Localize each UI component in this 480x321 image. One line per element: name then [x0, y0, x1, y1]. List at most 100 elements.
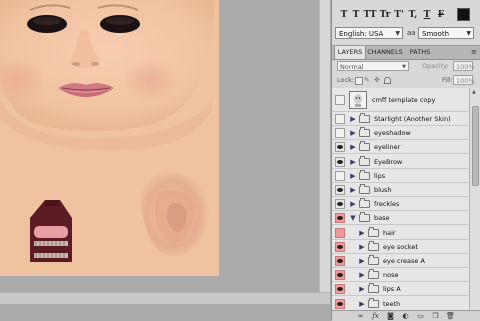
disclosure-closed-icon[interactable]: ▶: [349, 185, 357, 195]
visibility-toggle[interactable]: [335, 241, 345, 252]
visibility-toggle[interactable]: [335, 256, 345, 266]
visibility-toggle[interactable]: [335, 298, 345, 309]
strikethrough-button[interactable]: F: [434, 9, 448, 21]
layers-scrollbar[interactable]: ▲: [469, 88, 480, 310]
face-texture: [0, 0, 219, 276]
lock-image-icon[interactable]: ✎: [364, 74, 370, 87]
new-layer-icon[interactable]: ❐: [431, 312, 440, 320]
antialias-select[interactable]: Smooth ▼: [418, 27, 474, 39]
layer-name: Starlight (Another Skin): [374, 115, 451, 123]
subscript-button[interactable]: T,: [406, 9, 420, 21]
layer-row[interactable]: ▶ eyeshadow: [332, 126, 469, 141]
folder-icon: [359, 198, 370, 209]
layer-row[interactable]: ▶ Starlight (Another Skin): [332, 112, 469, 126]
layers-scroll-thumb[interactable]: [472, 106, 479, 186]
visibility-toggle[interactable]: [335, 270, 345, 281]
chevron-down-icon: ▼: [466, 30, 471, 37]
canvas-horizontal-scrollbar[interactable]: [0, 292, 330, 304]
blend-mode-select[interactable]: Normal ▼: [337, 61, 409, 71]
faux-italic-button[interactable]: T: [349, 9, 363, 21]
underline-button[interactable]: T: [420, 9, 434, 21]
visibility-toggle[interactable]: [335, 128, 345, 139]
tab-layers[interactable]: LAYERS: [334, 46, 366, 59]
folder-icon: [359, 155, 370, 166]
visibility-toggle[interactable]: [335, 142, 345, 153]
layer-name: eyeshadow: [374, 129, 411, 138]
opacity-field[interactable]: 100%: [453, 61, 475, 71]
disclosure-closed-icon[interactable]: ▶: [358, 284, 366, 294]
layer-row[interactable]: ▶ freckles: [332, 197, 469, 212]
adjustment-icon[interactable]: ◐: [401, 312, 410, 320]
folder-icon: [359, 169, 370, 180]
layer-row[interactable]: ▶ hair: [332, 225, 469, 240]
superscript-button[interactable]: T': [392, 9, 406, 21]
document-canvas[interactable]: [0, 0, 219, 276]
disclosure-closed-icon[interactable]: ▶: [358, 242, 366, 252]
canvas-area[interactable]: [0, 0, 330, 320]
panel-tabs: LAYERS CHANNELS PATHS ≡: [332, 45, 480, 60]
layer-row[interactable]: ▶ blush: [332, 183, 469, 197]
layer-row[interactable]: ▶ teeth: [332, 296, 469, 310]
disclosure-closed-icon[interactable]: ▶: [358, 256, 366, 266]
visibility-toggle[interactable]: [335, 170, 345, 181]
layer-name: freckles: [374, 200, 400, 209]
layer-row[interactable]: cmff template copy: [332, 88, 469, 112]
layer-row[interactable]: ▶ eye socket: [332, 239, 469, 254]
fill-label: Fill:: [442, 76, 453, 84]
disclosure-closed-icon[interactable]: ▶: [358, 299, 366, 309]
visibility-toggle[interactable]: [335, 95, 345, 105]
chevron-down-icon: ▼: [402, 64, 406, 70]
text-color-swatch[interactable]: [457, 8, 470, 21]
all-caps-button[interactable]: TT: [363, 9, 377, 21]
layers-list[interactable]: cmff template copy ▶ Starlight (Another S…: [332, 88, 469, 310]
visibility-toggle[interactable]: [335, 227, 345, 238]
tab-paths[interactable]: PATHS: [406, 46, 434, 59]
layer-thumbnail: [349, 91, 367, 109]
visibility-toggle[interactable]: [335, 185, 345, 195]
folder-icon: [368, 269, 379, 280]
layers-footer: ∞ fx ◙ ◐ ▭ ❐ 🗑: [332, 310, 480, 321]
layer-row[interactable]: ▼ base: [332, 211, 469, 226]
language-select[interactable]: English: USA ▼: [335, 27, 403, 39]
fx-icon[interactable]: fx: [371, 312, 380, 320]
layer-name: nose: [383, 271, 399, 280]
mask-icon[interactable]: ◙: [386, 312, 395, 320]
link-icon[interactable]: ∞: [356, 312, 365, 320]
layer-row[interactable]: ▶ lips A: [332, 282, 469, 297]
lock-transparency-icon[interactable]: [355, 77, 363, 85]
opacity-value: 100%: [456, 63, 475, 71]
disclosure-closed-icon[interactable]: ▶: [358, 270, 366, 280]
tab-channels[interactable]: CHANNELS: [365, 46, 405, 59]
lock-all-icon[interactable]: [384, 77, 391, 84]
visibility-toggle[interactable]: [335, 114, 345, 124]
right-panel: T T TT Tr T' T, T F English: USA ▼ aa Sm…: [331, 0, 480, 321]
layer-row[interactable]: ▶ eye crease A: [332, 254, 469, 268]
visibility-toggle[interactable]: [335, 284, 345, 295]
layer-row[interactable]: ▶ lips: [332, 169, 469, 183]
disclosure-closed-icon[interactable]: ▶: [349, 128, 357, 138]
small-caps-button[interactable]: Tr: [378, 9, 392, 21]
blend-row: Normal ▼ Opacity: 100%: [332, 59, 480, 73]
layer-row[interactable]: ▶ nose: [332, 268, 469, 283]
layer-row[interactable]: ▶ EyeBrow: [332, 155, 469, 169]
disclosure-open-icon[interactable]: ▼: [349, 213, 357, 223]
visibility-toggle[interactable]: [335, 213, 345, 224]
layer-name: blush: [374, 186, 392, 194]
visibility-toggle[interactable]: [335, 199, 345, 210]
new-group-icon[interactable]: ▭: [416, 312, 425, 320]
character-toolbar: T T TT Tr T' T, T F English: USA ▼ aa Sm…: [332, 0, 480, 42]
disclosure-closed-icon[interactable]: ▶: [349, 171, 357, 181]
disclosure-closed-icon[interactable]: ▶: [349, 157, 357, 167]
disclosure-closed-icon[interactable]: ▶: [349, 142, 357, 152]
scroll-up-icon[interactable]: ▲: [472, 89, 476, 95]
layer-row[interactable]: ▶ eyeliner: [332, 140, 469, 155]
fill-field[interactable]: 100%: [453, 75, 475, 85]
lock-position-icon[interactable]: ✥: [374, 74, 380, 87]
trash-icon[interactable]: 🗑: [446, 312, 455, 320]
disclosure-closed-icon[interactable]: ▶: [349, 114, 357, 124]
disclosure-closed-icon[interactable]: ▶: [358, 228, 366, 238]
disclosure-closed-icon[interactable]: ▶: [349, 199, 357, 209]
canvas-vertical-scrollbar[interactable]: [319, 0, 330, 292]
visibility-toggle[interactable]: [335, 156, 345, 167]
panel-menu-icon[interactable]: ≡: [471, 48, 479, 56]
